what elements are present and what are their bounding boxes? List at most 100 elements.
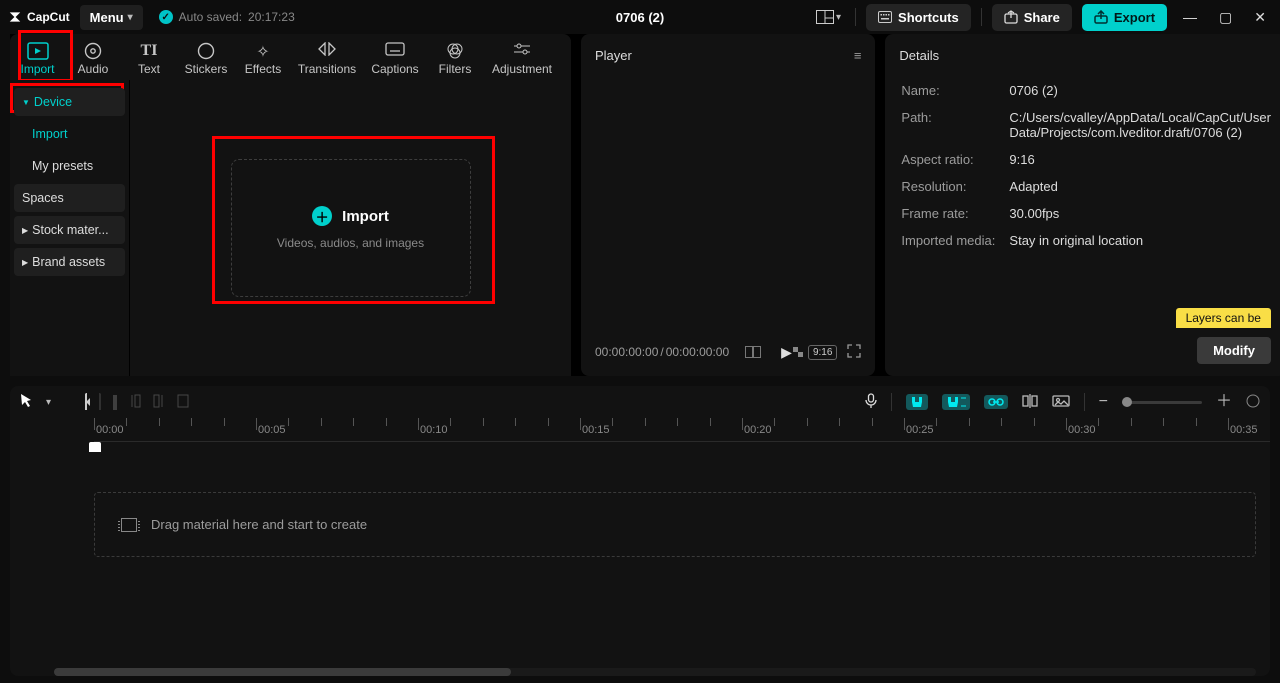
divider — [891, 393, 892, 411]
minimize-button[interactable]: — — [1177, 5, 1203, 29]
text-icon: TI — [141, 42, 158, 60]
keyboard-icon — [878, 11, 892, 23]
value-resolution: Adapted — [1009, 179, 1271, 194]
shortcuts-button[interactable]: Shortcuts — [866, 4, 971, 31]
time-total: 00:00:00:00 — [666, 345, 729, 359]
maximize-button[interactable]: ▢ — [1213, 5, 1238, 30]
ruler-label: 00:20 — [744, 424, 772, 436]
compare-icon[interactable] — [741, 342, 765, 362]
timeline-ruler[interactable]: 00:0000:0500:1000:1500:2000:2500:3000:35 — [94, 418, 1270, 442]
ruler-label: 00:10 — [420, 424, 448, 436]
label-resolution: Resolution: — [901, 179, 997, 194]
label-fps: Frame rate: — [901, 206, 997, 221]
label-imported: Imported media: — [901, 233, 997, 248]
zoom-in-button[interactable]: ＋ — [1216, 394, 1232, 410]
sidebar-item-import[interactable]: Import — [14, 120, 125, 148]
trim-left-icon[interactable] — [129, 394, 141, 411]
ruler-label: 00:35 — [1230, 424, 1258, 436]
selection-tool-icon[interactable] — [20, 393, 34, 412]
play-button[interactable]: ▶ — [781, 344, 792, 361]
export-icon — [1094, 10, 1108, 24]
divider — [855, 8, 856, 26]
delete-button[interactable] — [177, 394, 189, 411]
share-icon — [1004, 10, 1018, 24]
ruler-label: 00:15 — [582, 424, 610, 436]
captions-icon — [385, 42, 405, 60]
highlight-drop — [212, 136, 495, 304]
modify-button[interactable]: Modify — [1197, 337, 1271, 364]
menu-button[interactable]: Menu ▾ — [80, 5, 143, 30]
capcut-logo-icon — [8, 10, 22, 24]
timeline-scrollbar[interactable] — [54, 668, 1256, 676]
app-name: CapCut — [27, 10, 70, 24]
zoom-slider[interactable] — [1122, 401, 1202, 404]
player-controls: 00:00:00:00 / 00:00:00:00 ▶ 9:16 — [581, 332, 875, 376]
tab-text[interactable]: TIText — [121, 38, 177, 80]
triangle-right-icon: ▶ — [22, 258, 28, 267]
tab-transitions[interactable]: Transitions — [291, 38, 363, 80]
value-fps: 30.00fps — [1009, 206, 1271, 221]
media-panel: Import Audio TIText Stickers ✧Effects Tr… — [10, 34, 571, 376]
tab-audio[interactable]: Audio — [65, 38, 121, 80]
fullscreen-icon[interactable] — [847, 344, 861, 361]
player-panel: Player ≡ 00:00:00:00 / 00:00:00:00 ▶ 9:1… — [581, 34, 875, 376]
triangle-right-icon: ▶ — [22, 226, 28, 235]
tab-effects[interactable]: ✧Effects — [235, 38, 291, 80]
mic-record-icon[interactable] — [865, 393, 877, 412]
details-title: Details — [899, 48, 939, 63]
value-name: 0706 (2) — [1009, 83, 1271, 98]
undo-button[interactable] — [85, 395, 87, 410]
trim-right-icon[interactable] — [153, 394, 165, 411]
tab-filters[interactable]: Filters — [427, 38, 483, 80]
zoom-out-button[interactable]: − — [1099, 394, 1108, 410]
audio-icon — [84, 42, 102, 60]
info-popup: Layers can be — [1176, 308, 1271, 328]
sidebar-item-stock[interactable]: ▶Stock mater... — [14, 216, 125, 244]
media-tabs: Import Audio TIText Stickers ✧Effects Tr… — [10, 34, 571, 80]
details-panel: Details Name:0706 (2) Path:C:/Users/cval… — [885, 34, 1280, 376]
import-drop-area[interactable]: ＋ Import Videos, audios, and images — [130, 80, 571, 376]
sidebar-item-spaces[interactable]: Spaces — [14, 184, 125, 212]
label-name: Name: — [901, 83, 997, 98]
app-logo: CapCut — [8, 10, 70, 24]
preview-cut-icon[interactable] — [1022, 394, 1038, 411]
export-button[interactable]: Export — [1082, 4, 1167, 31]
import-media-icon — [27, 42, 49, 60]
divider — [981, 8, 982, 26]
label-path: Path: — [901, 110, 997, 140]
project-title: 0706 (2) — [616, 10, 664, 25]
transitions-icon — [318, 42, 336, 60]
layout-panels-icon[interactable]: ▾ — [812, 6, 845, 28]
ruler-label: 00:05 — [258, 424, 286, 436]
tab-adjustment[interactable]: Adjustment — [483, 38, 561, 80]
magnet-auto-icon[interactable] — [942, 394, 970, 410]
tab-captions[interactable]: Captions — [363, 38, 427, 80]
hamburger-icon[interactable]: ≡ — [854, 48, 862, 63]
sidebar-item-device[interactable]: ▼Device — [14, 88, 125, 116]
close-button[interactable]: ✕ — [1248, 5, 1272, 30]
chevron-down-icon[interactable]: ▾ — [46, 397, 51, 408]
timeline-panel: ▾ − ＋ 00:0000:0500:1000:1500:2000:2500:3… — [10, 386, 1270, 676]
adjustment-icon — [512, 42, 532, 60]
divider — [1084, 393, 1085, 411]
zoom-fit-icon[interactable] — [1246, 394, 1260, 411]
redo-button[interactable] — [99, 395, 101, 410]
value-imported: Stay in original location — [1009, 233, 1271, 248]
cover-settings-icon[interactable] — [1052, 395, 1070, 410]
tab-stickers[interactable]: Stickers — [177, 38, 235, 80]
share-button[interactable]: Share — [992, 4, 1072, 31]
effects-icon: ✧ — [256, 42, 269, 60]
sidebar-item-brand[interactable]: ▶Brand assets — [14, 248, 125, 276]
filters-icon — [446, 42, 464, 60]
track-drop-hint[interactable]: Drag material here and start to create — [94, 492, 1256, 557]
sidebar-item-presets[interactable]: My presets — [14, 152, 125, 180]
split-button[interactable] — [113, 395, 117, 410]
tab-import[interactable]: Import — [10, 38, 65, 80]
autosave-status: ✓ Auto saved: 20:17:23 — [159, 10, 295, 24]
aspect-ratio-chip[interactable]: 9:16 — [808, 345, 837, 360]
timeline-toolbar: ▾ − ＋ — [10, 386, 1270, 418]
magnet-main-icon[interactable] — [906, 394, 928, 410]
titlebar: CapCut Menu ▾ ✓ Auto saved: 20:17:23 070… — [0, 0, 1280, 34]
link-clips-icon[interactable] — [984, 395, 1008, 409]
stickers-icon — [197, 42, 215, 60]
